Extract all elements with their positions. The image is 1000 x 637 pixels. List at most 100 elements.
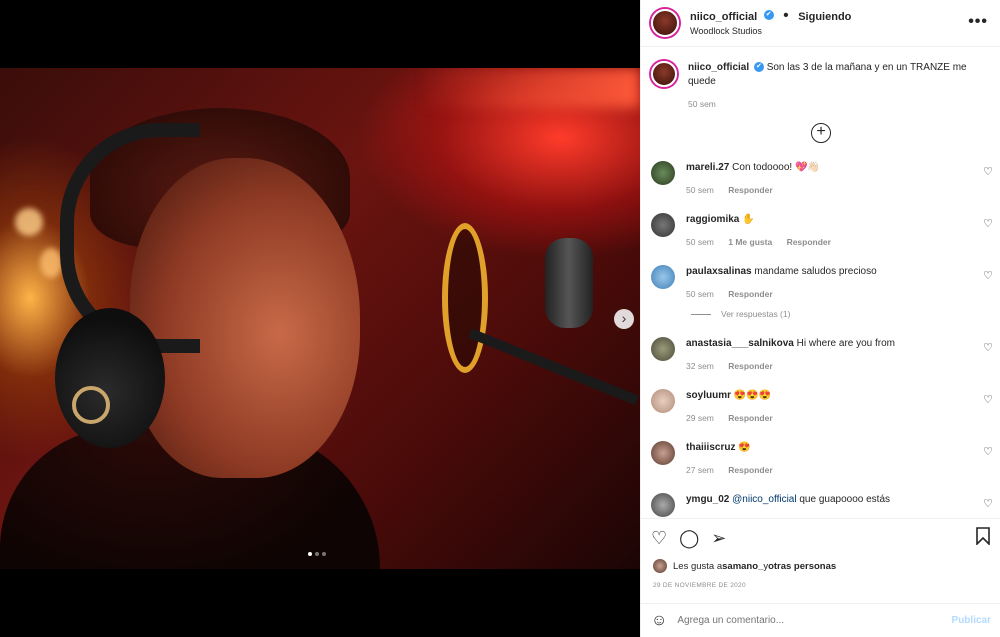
comment-body: thaiiiscruz 😍 27 sem Responder: [686, 441, 785, 483]
author-username[interactable]: niico_official: [690, 11, 757, 23]
reply-button[interactable]: Responder: [787, 237, 831, 247]
comment-text: ✋: [742, 214, 755, 225]
comment-username[interactable]: thaiiiscruz: [686, 442, 735, 453]
caption-body: niico_official ✔ Son las 3 de la mañana …: [688, 61, 989, 111]
comment-body: ymgu_02 @niico_official que guapoooo est…: [686, 493, 890, 518]
comments-list[interactable]: niico_official ✔ Son las 3 de la mañana …: [641, 48, 1000, 518]
comment-item: raggiomika ✋ 50 sem 1 Me gusta Responder…: [641, 203, 1000, 255]
emoji-icon[interactable]: ☺: [651, 612, 667, 630]
bokeh-light: [15, 208, 43, 236]
reply-button[interactable]: Responder: [728, 289, 772, 299]
verified-icon: ✔: [763, 10, 774, 21]
author-avatar[interactable]: [651, 9, 679, 37]
comment-like-icon[interactable]: ♡: [983, 165, 993, 178]
mic-arm: [468, 328, 639, 406]
comment-like-icon[interactable]: ♡: [983, 269, 993, 282]
comment-item: soyluumr 😍😍😍 29 sem Responder ♡: [641, 379, 1000, 431]
comment-username[interactable]: paulaxsalinas: [686, 266, 752, 277]
comment-like-icon[interactable]: ♡: [983, 497, 993, 510]
comment-text: Con todoooo! 💖👋🏻: [732, 162, 820, 173]
commenter-avatar[interactable]: [651, 265, 675, 289]
reply-button[interactable]: Responder: [728, 361, 772, 371]
comment-meta: 29 sem Responder: [686, 411, 785, 425]
location-link[interactable]: Woodlock Studios: [690, 24, 851, 38]
comment-text: 😍: [738, 442, 751, 453]
carousel-indicator: [308, 552, 326, 556]
author-avatar[interactable]: [651, 61, 677, 87]
comment-meta: 50 sem Responder: [686, 183, 820, 197]
comment-item: mareli.27 Con todoooo! 💖👋🏻 50 sem Respon…: [641, 151, 1000, 203]
load-more-icon[interactable]: +: [811, 123, 831, 143]
comment-meta: 27 sem Responder: [686, 463, 785, 477]
comment-item: thaiiiscruz 😍 27 sem Responder ♡: [641, 431, 1000, 483]
red-light-glow: [420, 68, 640, 108]
post-header: niico_official ✔ • Siguiendo Woodlock St…: [641, 0, 1000, 47]
comment-body: soyluumr 😍😍😍 29 sem Responder: [686, 389, 785, 431]
share-icon[interactable]: ➢: [711, 528, 726, 549]
comment-like-icon[interactable]: ♡: [983, 393, 993, 406]
comment-like-icon[interactable]: ♡: [983, 445, 993, 458]
following-button[interactable]: Siguiendo: [798, 11, 851, 23]
commenter-avatar[interactable]: [651, 161, 675, 185]
comment-time[interactable]: 29 sem: [686, 413, 714, 423]
commenter-avatar[interactable]: [651, 493, 675, 517]
view-replies-label: Ver respuestas (1): [721, 309, 791, 319]
carousel-dot-active: [308, 552, 312, 556]
post-date[interactable]: 29 DE NOVIEMBRE DE 2020: [653, 582, 746, 589]
comment-text: mandame saludos precioso: [754, 266, 877, 277]
post-photo[interactable]: [0, 68, 640, 569]
reply-button[interactable]: Responder: [728, 465, 772, 475]
comment-mention-link[interactable]: @niico_official: [732, 494, 796, 505]
bookmark-icon[interactable]: [975, 527, 991, 550]
publish-button[interactable]: Publicar: [952, 615, 991, 626]
commenter-avatar[interactable]: [651, 441, 675, 465]
comment-time[interactable]: 27 sem: [686, 465, 714, 475]
comment-item: paulaxsalinas mandame saludos precioso 5…: [641, 255, 1000, 307]
comment-time[interactable]: 50 sem: [686, 185, 714, 195]
comment-text: 😍😍😍: [733, 390, 772, 401]
likes-others-link[interactable]: otras personas: [768, 561, 836, 572]
carousel-dot: [315, 552, 319, 556]
liker-avatar[interactable]: [653, 559, 667, 573]
reply-button[interactable]: Responder: [728, 413, 772, 423]
likes-summary: Les gusta a samano_ y otras personas: [653, 559, 836, 573]
caption-username[interactable]: niico_official: [688, 62, 749, 73]
comment-like-icon[interactable]: ♡: [983, 217, 993, 230]
comment-body: mareli.27 Con todoooo! 💖👋🏻 50 sem Respon…: [686, 161, 820, 203]
add-comment-bar: ☺ Publicar: [641, 603, 1000, 637]
post-actions-bar: ♡ ◯ ➢: [641, 518, 1000, 558]
comment-meta: 50 sem 1 Me gusta Responder: [686, 235, 843, 249]
comment-username[interactable]: soyluumr: [686, 390, 731, 401]
separator-dot: •: [783, 6, 789, 24]
comment-icon[interactable]: ◯: [679, 528, 699, 549]
comment-username[interactable]: ymgu_02: [686, 494, 729, 505]
headphones-ring: [72, 386, 110, 424]
post-caption: niico_official ✔ Son las 3 de la mañana …: [641, 48, 1000, 111]
next-slide-button[interactable]: ›: [614, 309, 634, 329]
more-options-icon[interactable]: •••: [968, 13, 988, 31]
commenter-avatar[interactable]: [651, 337, 675, 361]
comment-meta: 32 sem Responder: [686, 359, 895, 373]
comment-username[interactable]: raggiomika: [686, 214, 739, 225]
comment-username[interactable]: mareli.27: [686, 162, 729, 173]
comment-time[interactable]: 32 sem: [686, 361, 714, 371]
comment-input[interactable]: [677, 615, 952, 626]
liker-username[interactable]: samano_: [722, 561, 763, 572]
pop-filter: [442, 223, 488, 373]
comment-username[interactable]: anastasia___salnikova: [686, 338, 794, 349]
comment-text: Hi where are you from: [796, 338, 896, 349]
comment-body: paulaxsalinas mandame saludos precioso 5…: [686, 265, 877, 307]
comment-time[interactable]: 50 sem: [686, 237, 714, 247]
reply-button[interactable]: Responder: [728, 185, 772, 195]
commenter-avatar[interactable]: [651, 213, 675, 237]
likes-prefix: Les gusta a: [673, 560, 723, 572]
comment-time[interactable]: 50 sem: [686, 289, 714, 299]
like-icon[interactable]: ♡: [651, 528, 667, 549]
microphone: [545, 238, 593, 328]
author-info: niico_official ✔ • Siguiendo Woodlock St…: [690, 6, 851, 38]
caption-time[interactable]: 50 sem: [688, 99, 716, 109]
comment-like-icon[interactable]: ♡: [983, 341, 993, 354]
comment-likes-count[interactable]: 1 Me gusta: [728, 237, 772, 247]
comment-text: que guapoooo estás: [796, 494, 891, 505]
commenter-avatar[interactable]: [651, 389, 675, 413]
